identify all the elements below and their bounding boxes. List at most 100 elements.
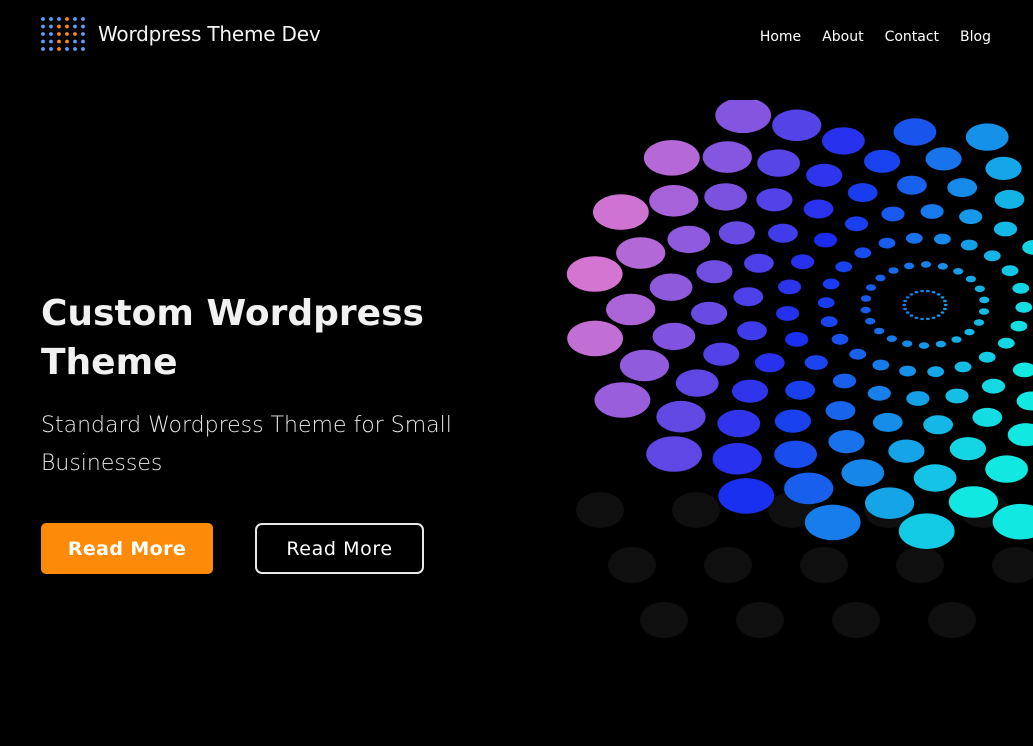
spiral-dot (881, 206, 905, 222)
logo-dot (41, 47, 45, 51)
spiral-dot (914, 316, 919, 319)
spiral-dot (909, 293, 914, 296)
spiral-dot (784, 472, 834, 505)
logo-dot (57, 17, 61, 21)
spiral-dot (953, 268, 964, 275)
spiral-dot (704, 183, 747, 211)
spiral-dot (951, 336, 962, 343)
logo-dot (49, 24, 53, 29)
spiral-dot (691, 301, 728, 325)
logo-dot (65, 32, 69, 36)
spiral-dot (757, 149, 800, 177)
spiral-dot (865, 487, 915, 519)
spiral-dot (733, 287, 764, 307)
spiral-dot (774, 409, 811, 433)
dotted-grid-logo-icon[interactable] (40, 15, 86, 53)
spiral-dot (817, 297, 835, 309)
logo-dot (73, 39, 77, 44)
spiral-dot (918, 342, 930, 349)
spiral-dot (872, 359, 890, 371)
nav-item-blog[interactable]: Blog (960, 29, 991, 45)
spiral-dot (1012, 282, 1030, 294)
logo-dot (65, 39, 69, 44)
spiral-dot (931, 316, 936, 319)
logo-dot (49, 39, 53, 44)
spiral-dot (937, 263, 948, 270)
spiral-dot (675, 369, 719, 397)
logo-dot (49, 47, 53, 51)
spiral-dot (841, 459, 885, 487)
spiral-dot (652, 322, 696, 351)
nav-item-contact[interactable]: Contact (885, 29, 939, 45)
spiral-dot (718, 221, 755, 245)
spiral-dot (772, 109, 822, 142)
read-more-outline-button[interactable]: Read More (255, 523, 424, 574)
spiral-dot (959, 209, 983, 225)
logo-dot (81, 47, 85, 51)
spiral-dot (1007, 423, 1033, 447)
spiral-dot (822, 127, 865, 155)
spiral-dot (825, 401, 856, 421)
spiral-dot (936, 314, 941, 317)
nav-item-about[interactable]: About (822, 29, 863, 45)
logo-dot (81, 39, 85, 44)
spiral-dot (696, 260, 733, 284)
spiral-dot (985, 156, 1022, 180)
spiral-dot (649, 273, 693, 301)
spiral-dot (960, 239, 978, 251)
spiral-dot (606, 293, 656, 326)
spiral-dot (926, 317, 930, 321)
spiral-dot (731, 379, 769, 403)
spiral-dot (756, 188, 793, 212)
spiral-dot (593, 194, 649, 230)
spiral-dot (835, 261, 853, 273)
spiral-dot (893, 118, 937, 146)
spiral-dot (844, 216, 869, 232)
logo-dot (57, 24, 61, 29)
spiral-dot (949, 437, 986, 461)
spiral-dot (920, 204, 944, 219)
spiral-dot (965, 123, 1009, 151)
logo-dot (73, 47, 77, 51)
site-brand[interactable]: Wordpress Theme Dev (98, 22, 321, 46)
spiral-dot (1012, 362, 1033, 378)
nav-item-home[interactable]: Home (760, 29, 801, 45)
shadow-dot (608, 547, 656, 583)
spiral-dot (909, 314, 914, 317)
logo-dot (57, 32, 61, 36)
spiral-dot (785, 380, 815, 400)
logo-dot (65, 24, 69, 29)
shadow-dot (640, 602, 688, 638)
spiral-dot (1015, 301, 1033, 313)
logo-dot (41, 17, 45, 21)
spiral-dot (974, 285, 985, 293)
spiral-dot (973, 319, 985, 326)
site-header: Wordpress Theme Dev Home About Contact B… (0, 0, 1033, 72)
spiral-dot (854, 247, 872, 259)
spiral-dot (828, 430, 865, 454)
logo-dot (73, 17, 77, 21)
hero-title: Custom Wordpress Theme (41, 293, 424, 383)
spiral-dot (744, 253, 774, 273)
read-more-primary-button[interactable]: Read More (41, 523, 213, 574)
logo-dot (41, 32, 45, 36)
spiral-dot (619, 349, 670, 382)
spiral-dot (878, 237, 896, 249)
logo-dot (73, 32, 77, 36)
spiral-dot (935, 340, 946, 348)
spiral-dot (897, 175, 927, 195)
spiral-dot (804, 355, 828, 370)
spiral-dot (803, 199, 834, 219)
spiral-dot (847, 183, 878, 203)
spiral-dot (898, 513, 955, 549)
logo-dot (65, 47, 69, 51)
spiral-dot (567, 320, 623, 357)
spiral-dot (964, 328, 975, 336)
spiral-dot (927, 366, 945, 378)
spiral-dot (904, 262, 915, 270)
spiral-dot (906, 391, 930, 406)
spiral-dot (945, 388, 969, 404)
spiral-dot (914, 291, 919, 294)
spiral-dot (978, 308, 990, 315)
spiral-dot (813, 232, 838, 248)
